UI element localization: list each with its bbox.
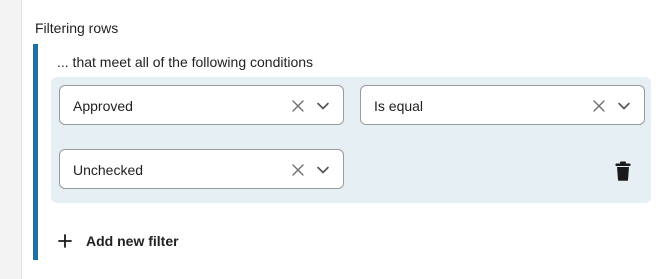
condition-group: ... that meet all of the following condi… <box>33 44 662 260</box>
field-select[interactable]: Approved <box>59 85 344 125</box>
plus-icon <box>58 234 72 248</box>
close-icon[interactable] <box>592 99 606 113</box>
close-icon[interactable] <box>291 99 305 113</box>
add-filter-label: Add new filter <box>86 233 179 249</box>
add-filter-button[interactable]: Add new filter <box>58 229 179 253</box>
section-title: Filtering rows <box>35 20 119 36</box>
conditions-box: Approved Is equal Unchecked <box>51 77 651 203</box>
operator-select-value: Is equal <box>374 98 424 114</box>
filter-panel: Filtering rows ... that meet all of the … <box>21 0 662 279</box>
close-icon[interactable] <box>291 163 305 177</box>
field-select-value: Approved <box>73 98 133 114</box>
group-title: ... that meet all of the following condi… <box>57 54 314 70</box>
chevron-down-icon[interactable] <box>617 100 631 112</box>
operator-select[interactable]: Is equal <box>360 85 645 125</box>
trash-icon[interactable] <box>615 161 631 181</box>
value-select-value: Unchecked <box>73 162 144 178</box>
value-select[interactable]: Unchecked <box>59 149 344 189</box>
chevron-down-icon[interactable] <box>316 100 330 112</box>
chevron-down-icon[interactable] <box>316 164 330 176</box>
